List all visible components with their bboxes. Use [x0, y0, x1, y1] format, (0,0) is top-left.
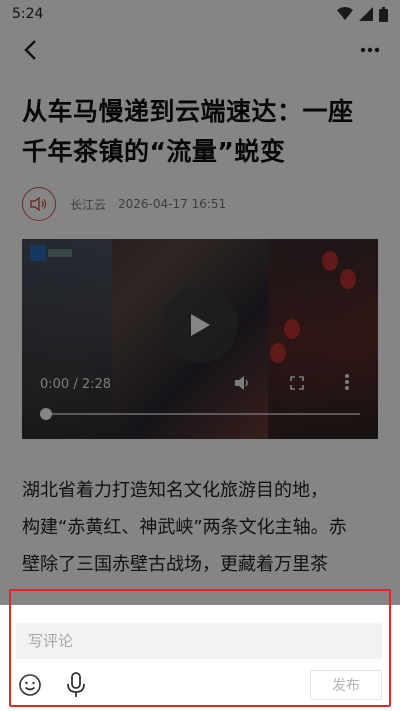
highlight-annotation — [9, 589, 391, 707]
